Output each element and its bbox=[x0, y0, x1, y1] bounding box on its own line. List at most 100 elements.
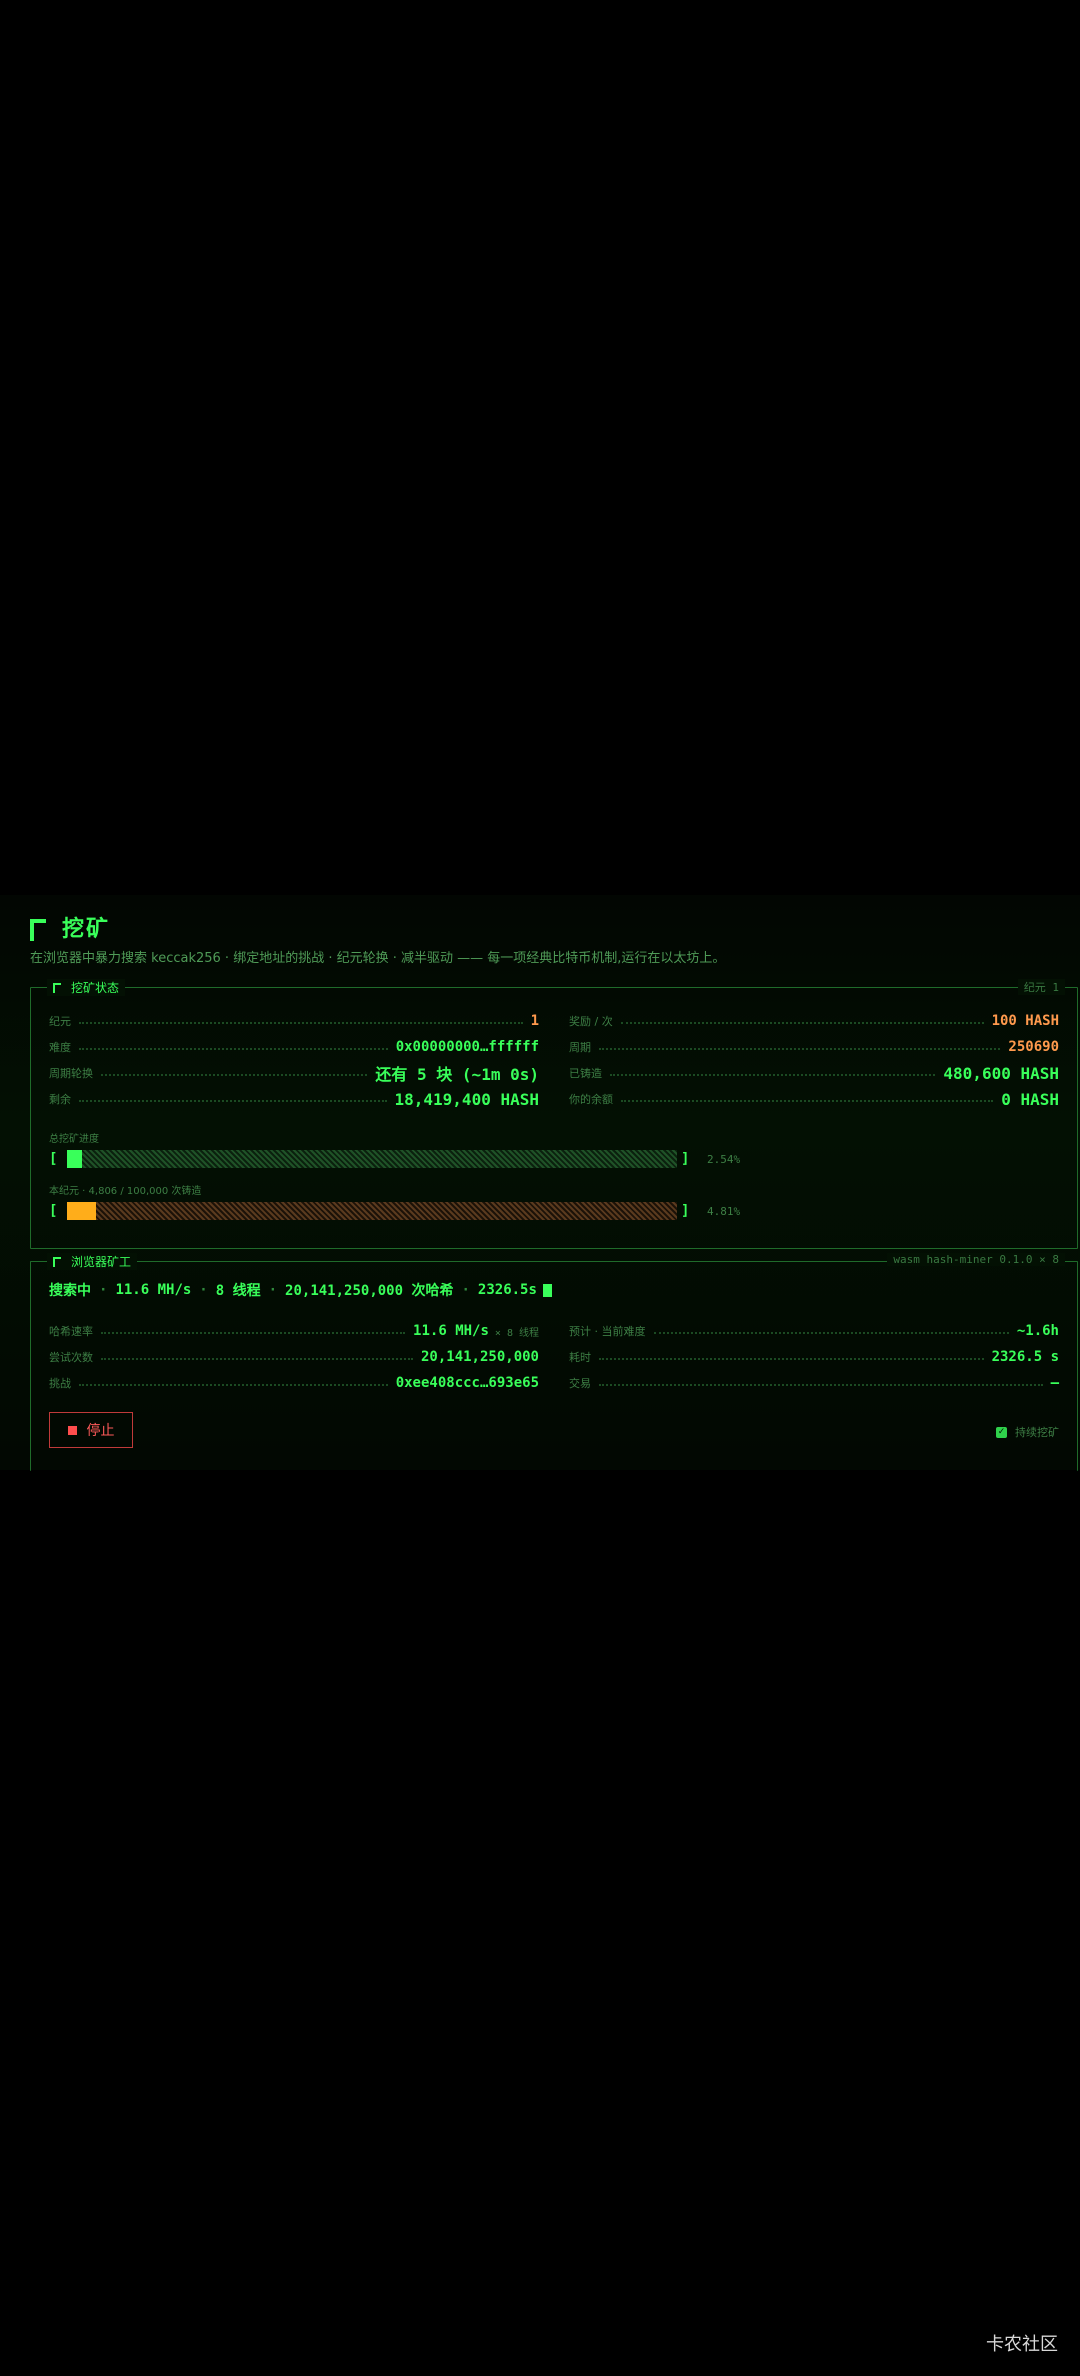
stat-row-hashrate: 哈希速率 11.6 MH/s × 8 线程 bbox=[49, 1318, 539, 1344]
separator: · bbox=[199, 1282, 208, 1298]
stat-label: 哈希速率 bbox=[49, 1325, 93, 1338]
continuous-mining-checkbox[interactable]: ✓ bbox=[996, 1426, 1007, 1438]
page-subtitle: 在浏览器中暴力搜索 keccak256 · 绑定地址的挑战 · 纪元轮换 · 减… bbox=[30, 951, 726, 966]
leader-dots bbox=[599, 1048, 1001, 1050]
stat-value: 11.6 MH/s bbox=[413, 1323, 489, 1339]
stat-value: 250690 bbox=[1008, 1039, 1059, 1055]
stat-label: 尝试次数 bbox=[49, 1351, 93, 1364]
worker-panel-label: 浏览器矿工 bbox=[47, 1253, 138, 1270]
continuous-mining-toggle[interactable]: ✓ 持续挖矿 bbox=[996, 1424, 1059, 1440]
browser-miner-panel: 浏览器矿工 wasm hash-miner 0.1.0 × 8 搜索中 · 11… bbox=[30, 1253, 1078, 1471]
blinking-cursor-icon bbox=[542, 1283, 552, 1297]
separator: · bbox=[268, 1282, 278, 1298]
epoch-tag: 纪元 1 bbox=[1017, 979, 1065, 995]
status-left-column: 纪元 1 难度 0x00000000…ffffff 周期轮换 还有 5 块 (~… bbox=[49, 1008, 539, 1112]
stat-value: 2326.5 s bbox=[991, 1349, 1059, 1365]
leader-dots bbox=[599, 1358, 984, 1360]
bracket-left: [ bbox=[49, 1203, 58, 1219]
stat-value: 18,419,400 HASH bbox=[394, 1089, 540, 1109]
page: 挖矿 在浏览器中暴力搜索 keccak256 · 绑定地址的挑战 · 纪元轮换 … bbox=[0, 0, 1080, 2376]
leader-dots bbox=[79, 1384, 388, 1386]
epoch-progress: 本纪元 · 4,806 / 100,000 次铸造 [ ] 4.81% bbox=[49, 1182, 1059, 1222]
stat-label: 你的余额 bbox=[569, 1093, 613, 1106]
page-header: 挖矿 bbox=[30, 911, 110, 943]
stat-value: 0xee408ccc…693e65 bbox=[395, 1375, 539, 1391]
mining-elapsed: 2326.5s bbox=[477, 1282, 537, 1298]
corner-bracket-icon bbox=[53, 1256, 61, 1267]
stat-row-reward: 奖励 / 次 100 HASH bbox=[569, 1008, 1059, 1034]
stat-label: 预计 · 当前难度 bbox=[569, 1325, 646, 1338]
stat-value: — bbox=[1050, 1375, 1059, 1391]
status-grid: 纪元 1 难度 0x00000000…ffffff 周期轮换 还有 5 块 (~… bbox=[49, 1008, 1059, 1112]
stat-value: 100 HASH bbox=[991, 1013, 1059, 1029]
mining-hashes: 20,141,250,000 次哈希 bbox=[285, 1283, 454, 1299]
stat-row-remaining: 剩余 18,419,400 HASH bbox=[49, 1086, 539, 1112]
worker-left-column: 哈希速率 11.6 MH/s × 8 线程 尝试次数 20,141,250,00… bbox=[49, 1318, 539, 1396]
stat-value: ~1.6h bbox=[1016, 1323, 1059, 1339]
stat-value: 0 HASH bbox=[1001, 1089, 1059, 1109]
watermark: 卡农社区 bbox=[986, 2334, 1058, 2355]
page-title: 挖矿 bbox=[62, 917, 111, 942]
worker-version-tag: wasm hash-miner 0.1.0 × 8 bbox=[887, 1253, 1065, 1266]
stat-label: 奖励 / 次 bbox=[569, 1015, 613, 1028]
total-progress-track bbox=[67, 1150, 677, 1168]
leader-dots bbox=[653, 1332, 1009, 1334]
epoch-progress-line: [ ] 4.81% bbox=[49, 1200, 1059, 1222]
stat-row-period-rotation: 周期轮换 还有 5 块 (~1m 0s) bbox=[49, 1060, 539, 1086]
epoch-progress-fill bbox=[67, 1202, 97, 1220]
leader-dots bbox=[610, 1074, 936, 1076]
total-progress: 总挖矿进度 [ ] 2.54% bbox=[49, 1130, 1059, 1170]
stat-label: 纪元 bbox=[49, 1015, 71, 1028]
stat-row-epoch: 纪元 1 bbox=[49, 1008, 539, 1034]
leader-dots bbox=[79, 1048, 388, 1050]
separator: · bbox=[461, 1282, 470, 1298]
mining-status-panel: 挖矿状态 纪元 1 纪元 1 难度 0x00000000…ffffff 周期轮换… bbox=[30, 979, 1078, 1249]
stat-value: 480,600 HASH bbox=[943, 1063, 1059, 1083]
stat-row-difficulty: 难度 0x00000000…ffffff bbox=[49, 1034, 539, 1060]
total-progress-label: 总挖矿进度 bbox=[49, 1134, 99, 1145]
stat-label: 耗时 bbox=[569, 1351, 591, 1364]
stat-value: 0x00000000…ffffff bbox=[395, 1039, 539, 1055]
mining-status-line: 搜索中 · 11.6 MH/s · 8 线程 · 20,141,250,000 … bbox=[49, 1280, 552, 1300]
stat-row-minted: 已铸造 480,600 HASH bbox=[569, 1060, 1059, 1086]
leader-dots bbox=[79, 1100, 387, 1102]
mining-section: 挖矿 在浏览器中暴力搜索 keccak256 · 绑定地址的挑战 · 纪元轮换 … bbox=[0, 895, 1080, 1471]
bracket-right: ] bbox=[681, 1203, 690, 1219]
mining-rate: 11.6 MH/s bbox=[115, 1282, 192, 1298]
stat-row-balance: 你的余额 0 HASH bbox=[569, 1086, 1059, 1112]
status-panel-label: 挖矿状态 bbox=[47, 979, 126, 996]
stat-row-estimate: 预计 · 当前难度 ~1.6h bbox=[569, 1318, 1059, 1344]
stat-row-attempts: 尝试次数 20,141,250,000 bbox=[49, 1344, 539, 1370]
worker-panel-title: 浏览器矿工 bbox=[71, 1255, 132, 1269]
stat-label: 周期轮换 bbox=[49, 1067, 93, 1080]
separator: · bbox=[99, 1282, 108, 1298]
worker-grid: 哈希速率 11.6 MH/s × 8 线程 尝试次数 20,141,250,00… bbox=[49, 1318, 1059, 1396]
status-right-column: 奖励 / 次 100 HASH 周期 250690 已铸造 480,600 HA… bbox=[569, 1008, 1059, 1112]
leader-dots bbox=[79, 1022, 523, 1024]
epoch-progress-percent: 4.81% bbox=[707, 1204, 741, 1218]
stat-label: 已铸造 bbox=[569, 1067, 602, 1080]
leader-dots bbox=[599, 1384, 1043, 1386]
stat-sub: × 8 线程 bbox=[494, 1327, 539, 1339]
leader-dots bbox=[101, 1074, 368, 1076]
stat-label: 剩余 bbox=[49, 1093, 71, 1106]
mining-threads: 8 线程 bbox=[215, 1283, 261, 1299]
stat-value: 20,141,250,000 bbox=[420, 1349, 539, 1365]
bracket-right: ] bbox=[681, 1151, 690, 1167]
status-panel-title: 挖矿状态 bbox=[71, 981, 120, 995]
stop-button[interactable]: 停止 bbox=[49, 1412, 133, 1448]
stop-button-label: 停止 bbox=[86, 1423, 115, 1439]
continuous-mining-label: 持续挖矿 bbox=[1015, 1426, 1059, 1439]
epoch-progress-track bbox=[67, 1202, 677, 1220]
stat-label: 难度 bbox=[49, 1041, 71, 1054]
total-progress-percent: 2.54% bbox=[707, 1152, 741, 1166]
stat-value: 1 bbox=[530, 1013, 539, 1029]
leader-dots bbox=[101, 1332, 406, 1334]
bracket-left: [ bbox=[49, 1151, 58, 1167]
stop-icon bbox=[67, 1425, 77, 1435]
total-progress-line: [ ] 2.54% bbox=[49, 1148, 1059, 1170]
stat-row-challenge: 挑战 0xee408ccc…693e65 bbox=[49, 1370, 539, 1396]
leader-dots bbox=[620, 1022, 984, 1024]
stat-row-elapsed: 耗时 2326.5 s bbox=[569, 1344, 1059, 1370]
mining-state: 搜索中 bbox=[49, 1283, 91, 1299]
